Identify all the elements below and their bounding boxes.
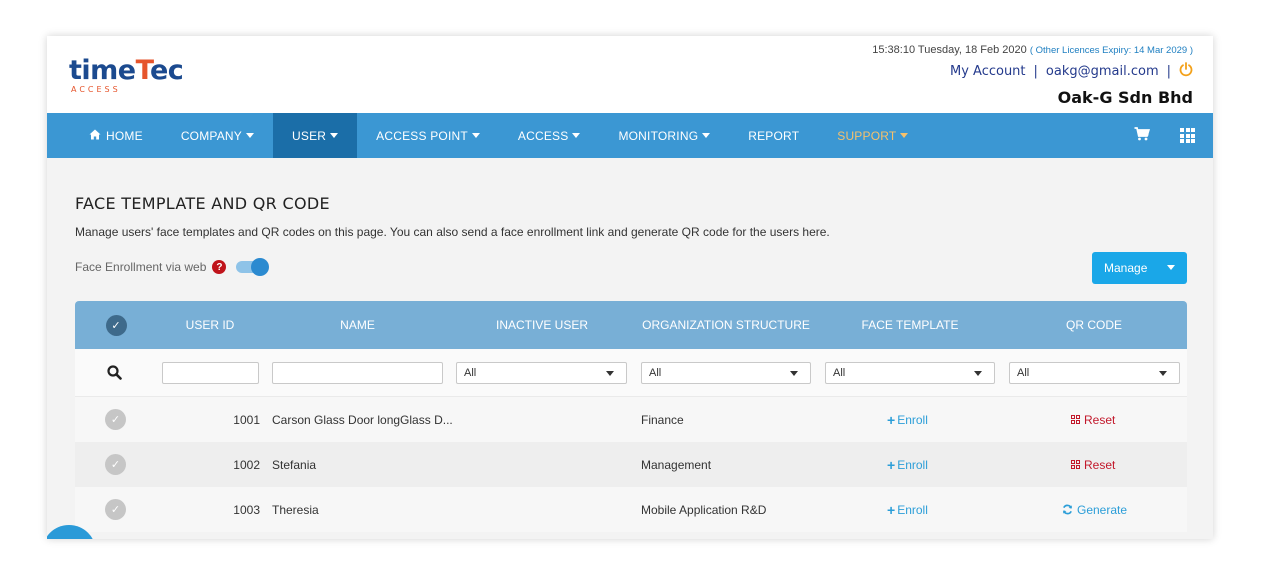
filter-row: All All All All [75,349,1187,397]
row-checkbox[interactable]: ✓ [105,409,126,430]
logo-t: T [135,55,151,86]
nav-monitoring-label: MONITORING [618,128,699,143]
organization-filter-select[interactable]: All [641,362,811,384]
chevron-down-icon [606,371,614,376]
enroll-face-link[interactable]: + Enroll [887,442,928,487]
chevron-down-icon [974,371,982,376]
nav-user-label: USER [292,128,327,143]
enroll-face-link[interactable]: + Enroll [887,397,928,442]
user-email-link[interactable]: oakg@gmail.com [1046,64,1159,79]
chevron-down-icon [1167,265,1175,270]
logo-ec: ec [149,55,184,86]
table-row: ✓ 1003 Theresia Mobile Application R&D +… [75,487,1187,532]
logo-time: time [69,55,136,86]
refresh-icon [1062,504,1073,515]
power-icon[interactable] [1179,62,1193,81]
users-table: ✓ USER ID NAME INACTIVE USER ORGANIZATIO… [75,301,1187,532]
nav-access-point[interactable]: ACCESS POINT [357,113,499,158]
company-name: Oak-G Sdn Bhd [1057,88,1193,107]
user-id-cell: 1003 [233,502,260,517]
nav-home[interactable]: HOME [47,113,162,158]
table-header: ✓ USER ID NAME INACTIVE USER ORGANIZATIO… [75,301,1187,349]
my-account-link[interactable]: My Account [950,64,1026,79]
name-cell[interactable]: Theresia [272,487,319,532]
chevron-down-icon [702,133,711,138]
name-cell[interactable]: Stefania [272,442,316,487]
select-all-checkbox[interactable]: ✓ [105,314,127,336]
reset-qr-link[interactable]: Reset [1071,442,1115,487]
user-id-cell: 1002 [233,457,260,472]
page-description: Manage users' face templates and QR code… [75,225,830,239]
cart-icon[interactable] [1134,126,1151,145]
toggle-knob [251,258,270,276]
nav-support[interactable]: SUPPORT [818,113,927,158]
help-icon[interactable]: ? [212,260,227,274]
main-content: FACE TEMPLATE AND QR CODE Manage users' … [47,158,1213,539]
enroll-face-link[interactable]: + Enroll [887,487,928,532]
licence-expiry: ( Other Licences Expiry: 14 Mar 2029 ) [1029,45,1193,56]
nav-company-label: COMPANY [180,128,242,143]
table-row: ✓ 1002 Stefania Management + Enroll Reset [75,442,1187,487]
nav-monitoring[interactable]: MONITORING [599,113,729,158]
qr-code-icon [1071,415,1080,424]
chevron-down-icon [572,133,581,138]
plus-icon: + [887,411,896,428]
manage-label: Manage [1104,261,1148,275]
chevron-down-icon [790,371,798,376]
plus-icon: + [887,456,896,473]
name-cell[interactable]: Carson Glass Door longGlass D... [272,397,453,442]
nav-company[interactable]: COMPANY [162,113,273,158]
nav-home-label: HOME [106,128,143,143]
organization-cell: Mobile Application R&D [641,502,767,517]
manage-dropdown-button[interactable]: Manage [1092,252,1187,284]
organization-cell: Finance [641,412,684,427]
app-window: timeTec ACCESS 15:38:10 Tuesday, 18 Feb … [47,36,1213,539]
nav-report-label: REPORT [748,128,800,143]
plus-icon: + [887,501,896,518]
chevron-down-icon [1159,371,1167,376]
user-id-cell: 1001 [233,412,260,427]
current-datetime: 15:38:10 Tuesday, 18 Feb 2020 [872,44,1027,56]
col-organization-structure[interactable]: ORGANIZATION STRUCTURE [637,301,815,349]
timetec-access-logo[interactable]: timeTec ACCESS [69,55,184,102]
header-account-area: 15:38:10 Tuesday, 18 Feb 2020 ( Other Li… [872,44,1193,107]
separator: | [1033,64,1038,79]
reset-qr-link[interactable]: Reset [1071,397,1115,442]
name-filter-input[interactable] [272,362,443,384]
row-checkbox[interactable]: ✓ [105,499,126,520]
generate-qr-link[interactable]: Generate [1062,487,1127,532]
qr-code-filter-select[interactable]: All [1009,362,1180,384]
page-title: FACE TEMPLATE AND QR CODE [75,194,330,213]
nav-access[interactable]: ACCESS [499,113,600,158]
col-face-template[interactable]: FACE TEMPLATE [825,301,995,349]
separator: | [1166,64,1171,79]
chevron-down-icon [471,133,480,138]
main-navigation: HOME COMPANY USER ACCESS POINT ACCESS MO… [47,113,1213,158]
face-template-filter-select[interactable]: All [825,362,995,384]
col-user-id[interactable]: USER ID [165,301,255,349]
logo-subtitle: ACCESS [71,85,121,94]
col-qr-code[interactable]: QR CODE [1010,301,1178,349]
chevron-down-icon [246,133,254,138]
search-icon[interactable] [107,365,122,380]
nav-report[interactable]: REPORT [729,113,818,158]
row-checkbox[interactable]: ✓ [105,454,126,475]
face-enrollment-label: Face Enrollment via web [75,260,207,274]
col-name[interactable]: NAME [275,301,440,349]
home-icon [89,129,101,143]
chevron-down-icon [900,133,909,138]
organization-cell: Management [641,457,712,472]
nav-access-point-label: ACCESS POINT [376,128,468,143]
apps-grid-icon[interactable] [1180,128,1195,143]
inactive-user-filter-select[interactable]: All [456,362,627,384]
face-enrollment-toggle[interactable] [236,258,270,276]
qr-code-icon [1071,460,1080,469]
table-row: ✓ 1001 Carson Glass Door longGlass D... … [75,397,1187,442]
nav-access-label: ACCESS [517,128,569,143]
col-inactive-user[interactable]: INACTIVE USER [457,301,627,349]
user-id-filter-input[interactable] [162,362,259,384]
nav-support-label: SUPPORT [837,128,897,143]
nav-user[interactable]: USER [273,113,358,158]
chevron-down-icon [330,133,339,138]
